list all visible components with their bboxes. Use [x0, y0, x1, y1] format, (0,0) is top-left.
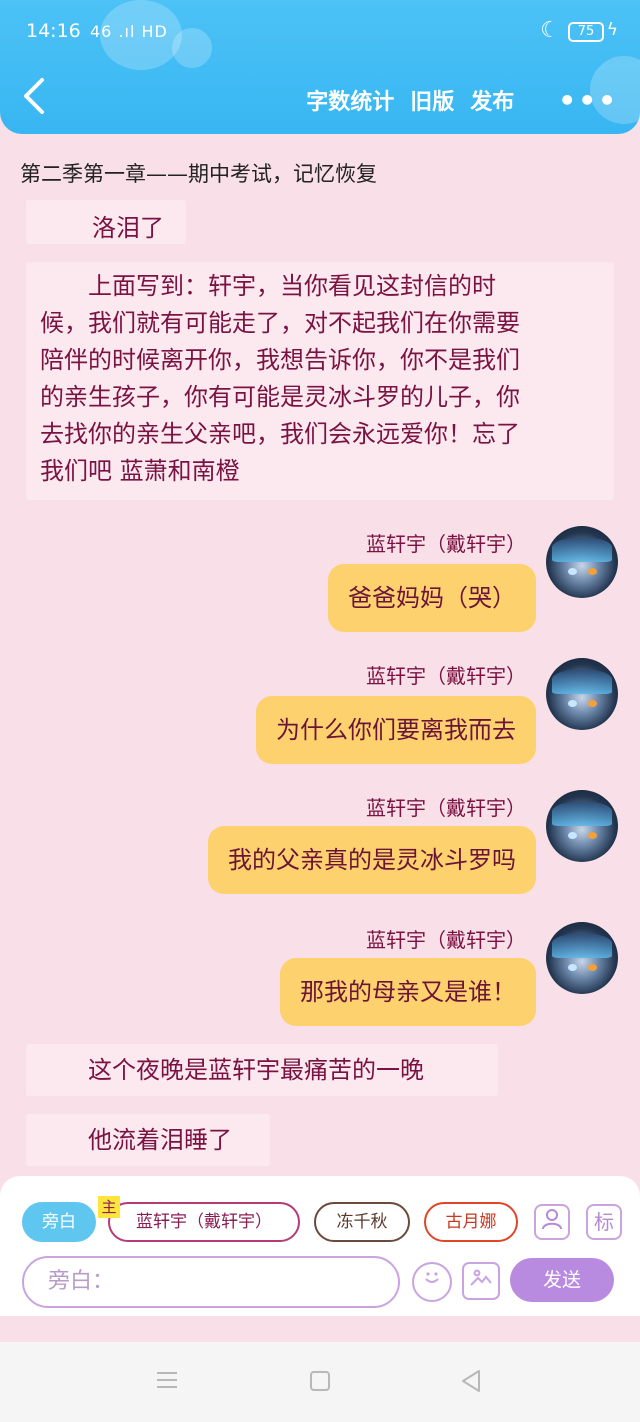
more-dots-icon[interactable]: •••: [558, 84, 618, 117]
chat-bubble[interactable]: 爸爸妈妈（哭）: [328, 564, 536, 632]
narration-block[interactable]: 洛泪了: [26, 200, 186, 244]
role-chip-main[interactable]: 蓝轩宇（戴轩宇）: [108, 1202, 300, 1242]
menu-icon[interactable]: [152, 1368, 182, 1398]
back-triangle-glyph: [462, 1370, 480, 1392]
avatar-eye: [588, 964, 597, 971]
image-button[interactable]: [462, 1262, 500, 1300]
narration-text: 这个夜晚是蓝轩宇最痛苦的一晚: [40, 1056, 424, 1084]
avatar-hair: [552, 802, 612, 826]
narration-block[interactable]: 他流着泪睡了: [26, 1114, 270, 1166]
narration-line: 陪伴的时候离开你，我想告诉你，你不是我们: [40, 346, 520, 374]
old-version-button[interactable]: 旧版: [410, 84, 454, 116]
network-indicator: 46 .ıl HD: [90, 22, 168, 41]
narration-line: 的亲生孩子，你有可能是灵冰斗罗的儿子，你: [40, 383, 520, 411]
chapter-title: 第二季第一章——期中考试，记忆恢复: [20, 162, 377, 186]
avatar-eye: [568, 832, 577, 839]
avatar-eye: [568, 700, 577, 707]
avatar-eye: [568, 568, 577, 575]
avatar[interactable]: [546, 526, 618, 598]
avatar-eye: [588, 832, 597, 839]
chat-bubble[interactable]: 我的父亲真的是灵冰斗罗吗: [208, 826, 536, 894]
avatar[interactable]: [546, 922, 618, 994]
battery-icon: 75: [568, 22, 604, 42]
narration-block[interactable]: 上面写到：轩宇，当你看见这封信的时 候，我们就有可能走了，对不起我们在你需要 陪…: [26, 262, 614, 500]
message-input[interactable]: 旁白：: [22, 1256, 400, 1308]
smiley-icon: [425, 1272, 439, 1283]
system-nav-bar: [0, 1342, 640, 1422]
narration-line: 上面写到：轩宇，当你看见这封信的时: [40, 272, 496, 300]
role-chip-3[interactable]: 古月娜: [424, 1202, 518, 1242]
charging-icon: ϟ: [606, 20, 618, 40]
square-icon[interactable]: [305, 1368, 335, 1398]
speaker-name: 蓝轩宇（戴轩宇）: [366, 796, 526, 820]
avatar-eye: [588, 568, 597, 575]
triangle-back-icon[interactable]: [456, 1368, 486, 1398]
speaker-name: 蓝轩宇（戴轩宇）: [366, 664, 526, 688]
menu-icon-glyph: [157, 1372, 177, 1388]
tag-button[interactable]: 标: [586, 1204, 622, 1240]
avatar-hair: [552, 538, 612, 562]
word-count-button[interactable]: 字数统计: [306, 84, 394, 116]
app-header: 14:16 46 .ıl HD ☾ 75 ϟ 字数统计 旧版 发布 •••: [0, 0, 640, 134]
speaker-name: 蓝轩宇（戴轩宇）: [366, 532, 526, 556]
image-icon: [470, 1269, 492, 1286]
role-chip-2[interactable]: 冻千秋: [314, 1202, 410, 1242]
back-button[interactable]: [20, 76, 52, 120]
avatar[interactable]: [546, 790, 618, 862]
status-time: 14:16: [26, 20, 81, 42]
panel-spacer: [0, 1316, 640, 1342]
role-manage-button[interactable]: [534, 1204, 570, 1240]
publish-button[interactable]: 发布: [470, 84, 514, 116]
header-actions: 字数统计 旧版 发布 •••: [306, 82, 618, 118]
avatar-eye: [568, 964, 577, 971]
chevron-left-icon: [24, 78, 44, 114]
input-panel: 旁白 蓝轩宇（戴轩宇） 主 冻千秋 古月娜 标 旁白： 发送: [0, 1176, 640, 1316]
narration-line: 我们吧 蓝萧和南橙: [40, 457, 240, 485]
narration-block[interactable]: 这个夜晚是蓝轩宇最痛苦的一晚: [26, 1044, 498, 1096]
main-role-badge: 主: [98, 1196, 120, 1218]
avatar-eye: [588, 700, 597, 707]
role-chip-aside[interactable]: 旁白: [22, 1202, 96, 1242]
home-square-glyph: [310, 1371, 330, 1391]
avatar-hair: [552, 670, 612, 694]
moon-icon: ☾: [540, 18, 560, 43]
emoji-button[interactable]: [412, 1262, 452, 1302]
avatar-hair: [552, 934, 612, 958]
chat-bubble[interactable]: 为什么你们要离我而去: [256, 696, 536, 764]
person-card-icon: [542, 1209, 562, 1230]
status-bar: 14:16 46 .ıl HD ☾ 75 ϟ: [0, 18, 640, 48]
narration-text: 他流着泪睡了: [40, 1126, 232, 1154]
narration-text: 洛泪了: [92, 214, 164, 242]
narration-line: 去找你的亲生父亲吧，我们会永远爱你！忘了: [40, 420, 520, 448]
avatar[interactable]: [546, 658, 618, 730]
send-button[interactable]: 发送: [510, 1258, 614, 1302]
speaker-name: 蓝轩宇（戴轩宇）: [366, 928, 526, 952]
chat-bubble[interactable]: 那我的母亲又是谁！: [280, 958, 536, 1026]
narration-line: 候，我们就有可能走了，对不起我们在你需要: [40, 309, 520, 337]
